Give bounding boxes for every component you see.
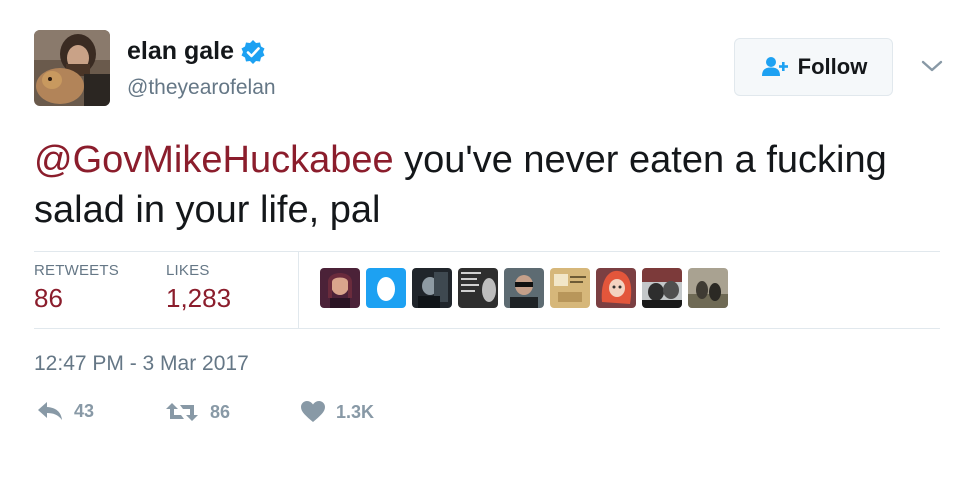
retweets-stat[interactable]: RETWEETS 86 (34, 262, 119, 314)
liker-avatar-9[interactable] (688, 268, 728, 308)
follow-button[interactable]: Follow (734, 38, 893, 96)
stats-bottom-divider (34, 328, 940, 329)
author-name[interactable]: elan gale (127, 37, 266, 66)
tweet-mention-link[interactable]: @GovMikeHuckabee (34, 139, 394, 181)
stats-vertical-divider (298, 252, 299, 328)
like-count: 1.3K (336, 401, 375, 422)
reply-action[interactable]: 43 (36, 400, 94, 422)
follow-user-icon (761, 57, 788, 76)
author-avatar[interactable] (34, 30, 110, 106)
liker-avatar-5[interactable] (504, 268, 544, 308)
tweet-timestamp[interactable]: 12:47 PM - 3 Mar 2017 (34, 352, 249, 376)
stats-top-divider (34, 251, 940, 252)
retweet-count: 86 (210, 401, 231, 422)
author-name-text: elan gale (127, 37, 234, 65)
verified-badge-icon (241, 39, 265, 64)
author-handle[interactable]: @theyearofelan (127, 76, 276, 100)
liker-avatar-3[interactable] (412, 268, 452, 308)
like-action[interactable]: 1.3K (300, 400, 374, 424)
retweets-label: RETWEETS (34, 262, 119, 279)
liker-avatar-2[interactable] (366, 268, 406, 308)
reply-icon (38, 402, 62, 420)
liker-avatar-4[interactable] (458, 268, 498, 308)
liker-avatars (320, 268, 728, 308)
liker-avatar-6[interactable] (550, 268, 590, 308)
liker-avatar-7[interactable] (596, 268, 636, 308)
likes-label: LIKES (166, 262, 210, 279)
tweet-text: @GovMikeHuckabee you've never eaten a fu… (34, 135, 934, 235)
follow-button-label: Follow (797, 54, 868, 79)
reply-count: 43 (74, 400, 95, 421)
avatar-photo (34, 30, 110, 106)
heart-icon (301, 401, 325, 422)
likes-stat[interactable]: LIKES 1,283 (166, 262, 231, 314)
retweets-value: 86 (34, 283, 63, 313)
retweet-icon (166, 403, 198, 421)
likes-value: 1,283 (166, 283, 232, 313)
retweet-action[interactable]: 86 (164, 400, 230, 424)
liker-avatar-1[interactable] (320, 268, 360, 308)
chevron-down-icon[interactable] (919, 56, 945, 76)
liker-avatar-8[interactable] (642, 268, 682, 308)
